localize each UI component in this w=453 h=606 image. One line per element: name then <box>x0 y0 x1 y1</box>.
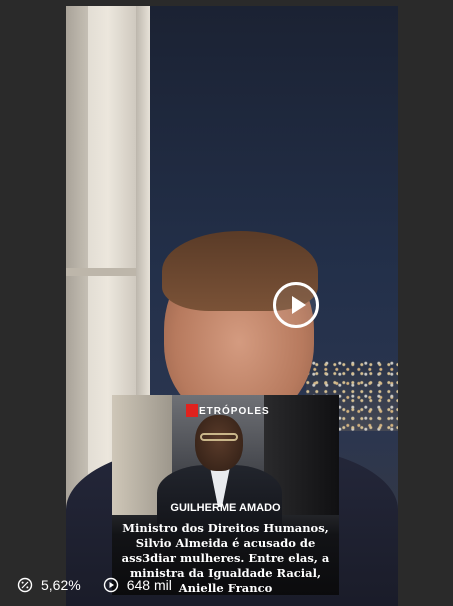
play-circle-icon <box>103 577 118 593</box>
engagement-stat: 5,62% <box>17 577 81 593</box>
play-button[interactable] <box>273 282 319 328</box>
views-stat: 648 mil <box>103 577 172 593</box>
brand-name: ETRÓPOLES <box>199 406 270 417</box>
percent-circle-icon <box>17 577 33 593</box>
video-frame-sill <box>66 268 136 276</box>
brand-logo: ETRÓPOLES <box>186 404 270 417</box>
news-photo-person-head <box>195 415 243 471</box>
stats-bar: 5,62% 648 mil <box>17 577 194 593</box>
news-card-overlay: ETRÓPOLES GUILHERME AMADO Ministro dos D… <box>112 395 339 595</box>
views-count: 648 mil <box>126 577 172 593</box>
play-icon <box>292 296 306 314</box>
engagement-rate: 5,62% <box>41 577 81 593</box>
brand-m-icon <box>186 404 198 417</box>
news-photo-person-glasses <box>200 433 238 441</box>
author-name: GUILHERME AMADO <box>170 502 281 514</box>
